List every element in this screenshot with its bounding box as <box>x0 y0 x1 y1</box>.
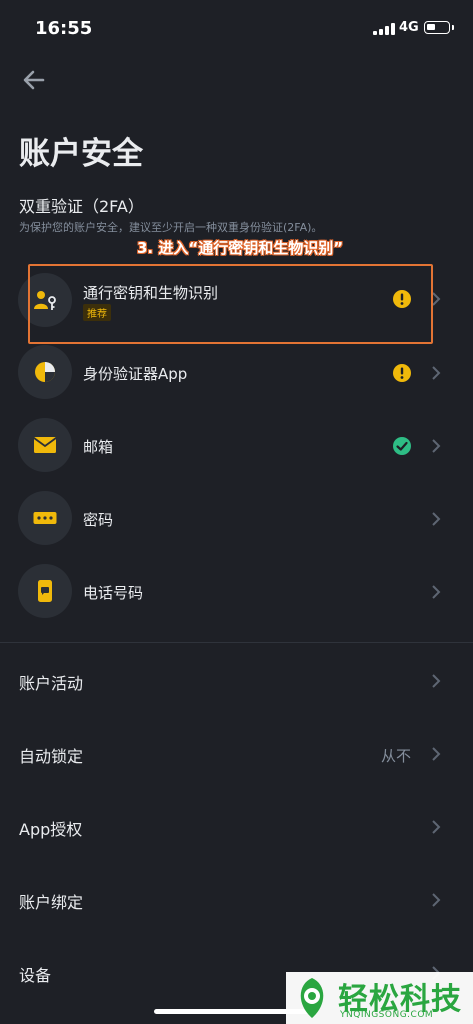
chevron-right-icon <box>432 747 441 761</box>
twofa-section-description: 为保护您的账户安全，建议至少开启一种双重身份验证(2FA)。 <box>19 221 323 234</box>
chevron-right-icon <box>432 585 441 599</box>
menu-item-auto-lock[interactable]: 自动锁定 从不 <box>0 716 473 789</box>
menu-label: 设备 <box>19 966 52 985</box>
menu-item-account-binding[interactable]: 账户绑定 <box>0 862 473 935</box>
twofa-section-title: 双重验证（2FA） <box>19 197 144 216</box>
battery-icon <box>424 21 454 34</box>
row-label: 密码 <box>83 511 114 529</box>
watermark-subtext: YNQINGSONG.COM <box>340 1010 434 1020</box>
check-circle-icon <box>393 437 411 455</box>
arrow-left-icon <box>23 70 45 90</box>
row-label: 身份验证器App <box>83 365 188 383</box>
list-item-authenticator-app[interactable]: 身份验证器App <box>0 335 473 408</box>
signal-icon <box>373 23 395 35</box>
network-type: 4G <box>399 20 419 35</box>
annotation-text: 3. 进入“通行密钥和生物识别” <box>137 239 344 257</box>
auto-lock-value: 从不 <box>380 747 411 765</box>
status-bar: 16:55 4G <box>0 0 473 56</box>
menu-label: 自动锁定 <box>19 747 84 766</box>
menu-item-app-authorization[interactable]: App授权 <box>0 789 473 862</box>
menu-label: 账户活动 <box>19 674 84 693</box>
list-item-password[interactable]: 密码 <box>0 481 473 554</box>
chevron-right-icon <box>432 674 441 688</box>
menu-label: 账户绑定 <box>19 893 84 912</box>
list-item-phone-number[interactable]: 电话号码 <box>0 554 473 627</box>
back-button[interactable] <box>20 66 48 94</box>
phone-icon <box>18 564 72 618</box>
watermark: 轻松科技 YNQINGSONG.COM <box>286 972 473 1024</box>
authenticator-icon <box>18 345 72 399</box>
page-title: 账户安全 <box>19 136 143 172</box>
list-item-email[interactable]: 邮箱 <box>0 408 473 481</box>
envelope-icon <box>18 418 72 472</box>
warning-icon <box>393 364 411 382</box>
row-label: 邮箱 <box>83 438 114 456</box>
watermark-logo-icon <box>300 978 324 1018</box>
chevron-right-icon <box>432 512 441 526</box>
chevron-right-icon <box>432 820 441 834</box>
menu-item-account-activity[interactable]: 账户活动 <box>0 643 473 716</box>
annotation-highlight-box <box>28 264 433 344</box>
row-label: 电话号码 <box>83 584 144 602</box>
password-dots-icon <box>18 491 72 545</box>
menu-label: App授权 <box>19 820 83 839</box>
chevron-right-icon <box>432 366 441 380</box>
chevron-right-icon <box>432 439 441 453</box>
status-time: 16:55 <box>35 18 93 39</box>
chevron-right-icon <box>432 893 441 907</box>
